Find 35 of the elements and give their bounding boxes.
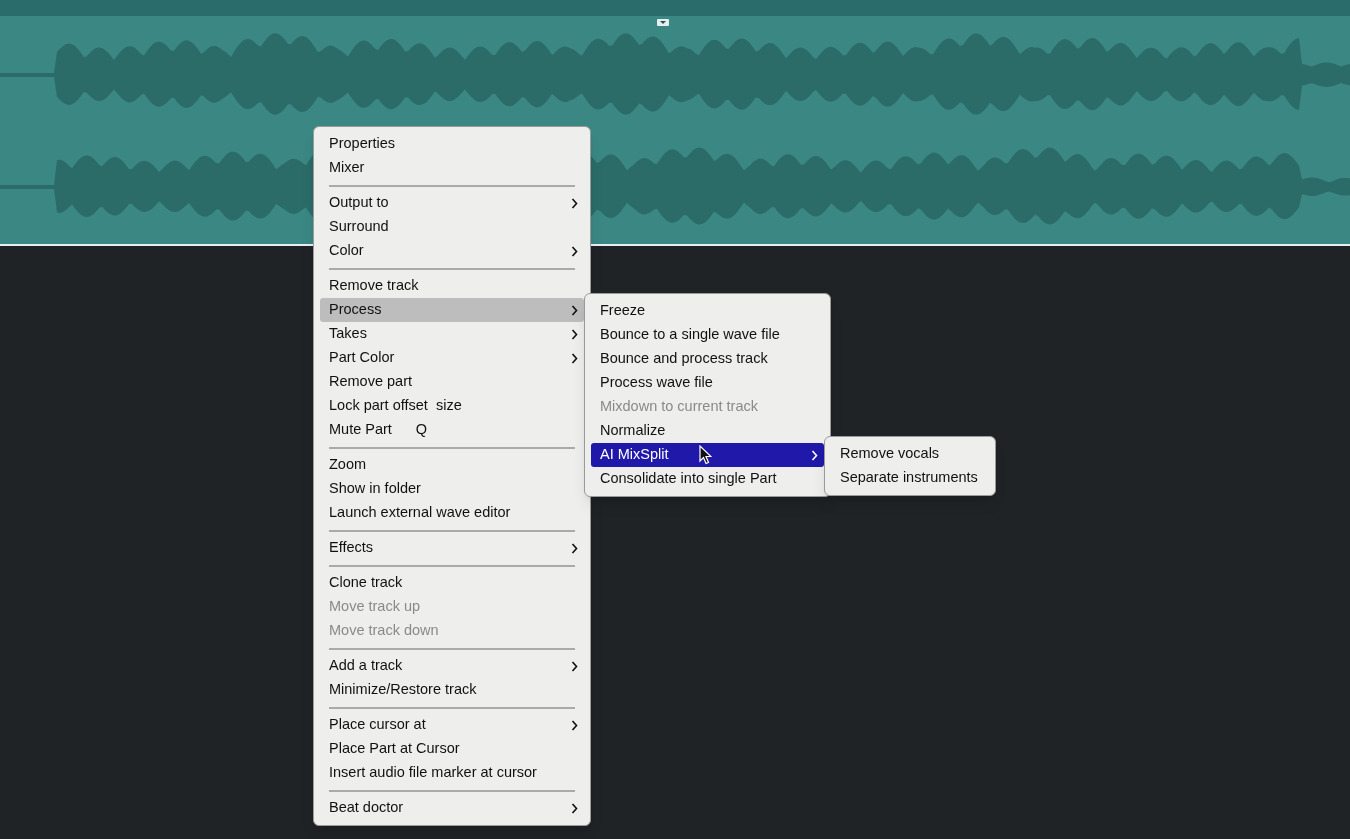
menu-item[interactable]: Remove track — [320, 274, 584, 298]
menu-item[interactable]: Separate instruments — [831, 466, 989, 490]
menu-item[interactable]: Output to — [320, 191, 584, 215]
menu-item[interactable]: Lock part offset size — [320, 394, 584, 418]
menu-item[interactable]: Show in folder — [320, 477, 584, 501]
menu-item[interactable]: Remove vocals — [831, 442, 989, 466]
menu-item[interactable]: Zoom — [320, 453, 584, 477]
menu-item[interactable]: Beat doctor — [320, 796, 584, 820]
menu-item[interactable]: Add a track — [320, 654, 584, 678]
menu-item[interactable]: Color — [320, 239, 584, 263]
menu-item[interactable]: Launch external wave editor — [320, 501, 584, 525]
menu-item[interactable]: Process — [320, 298, 584, 322]
menu-item[interactable]: Process wave file — [591, 371, 824, 395]
menu-item[interactable]: Part Color — [320, 346, 584, 370]
menu-item[interactable]: Freeze — [591, 299, 824, 323]
menu-item[interactable]: Bounce and process track — [591, 347, 824, 371]
menu-item[interactable]: Bounce to a single wave file — [591, 323, 824, 347]
menu-item[interactable]: Remove part — [320, 370, 584, 394]
menu-item[interactable]: Takes — [320, 322, 584, 346]
menu-item[interactable]: Normalize — [591, 419, 824, 443]
menu-item[interactable]: Surround — [320, 215, 584, 239]
menu-item[interactable]: Mute Part Q — [320, 418, 584, 442]
cursor-icon — [699, 445, 712, 465]
menu-item[interactable]: Properties — [320, 132, 584, 156]
menu-item[interactable]: AI MixSplit — [591, 443, 824, 467]
dropdown-marker-icon — [657, 19, 669, 26]
menu-item[interactable]: Minimize/Restore track — [320, 678, 584, 702]
shortcut-key: Q — [415, 419, 428, 441]
menu-item[interactable]: Effects — [320, 536, 584, 560]
menu-item[interactable]: Mixer — [320, 156, 584, 180]
menu-item[interactable]: Place Part at Cursor — [320, 737, 584, 761]
menu-item[interactable]: Consolidate into single Part — [591, 467, 824, 491]
menu-item[interactable]: Place cursor at — [320, 713, 584, 737]
menu-item[interactable]: Clone track — [320, 571, 584, 595]
menu-item[interactable]: Insert audio file marker at cursor — [320, 761, 584, 785]
